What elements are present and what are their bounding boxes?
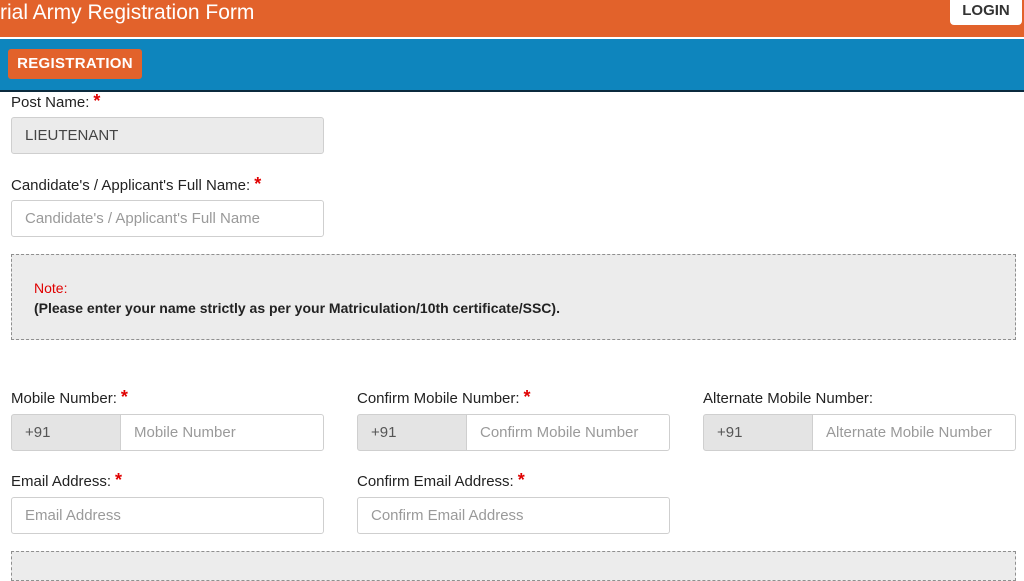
post-name-field[interactable]	[11, 117, 324, 154]
alternate-mobile-label-text: Alternate Mobile Number:	[703, 390, 874, 407]
alternate-mobile-label: Alternate Mobile Number:	[703, 390, 873, 407]
mobile-number-label-text: Mobile Number:	[11, 390, 117, 407]
email-label: Email Address: *	[11, 470, 123, 490]
confirm-mobile-label-text: Confirm Mobile Number:	[357, 390, 520, 407]
confirm-mobile-input[interactable]	[466, 414, 670, 451]
full-name-label-text: Candidate's / Applicant's Full Name:	[11, 177, 251, 194]
alternate-mobile-country-code: +91	[703, 414, 813, 451]
mobile-number-input[interactable]	[120, 414, 324, 451]
required-marker: *	[523, 387, 531, 407]
confirm-mobile-country-code: +91	[357, 414, 467, 451]
info-box	[11, 551, 1016, 581]
alternate-mobile-input[interactable]	[812, 414, 1016, 451]
confirm-email-label-text: Confirm Email Address:	[357, 473, 514, 490]
post-name-label-text: Post Name:	[11, 94, 90, 111]
required-marker: *	[517, 470, 525, 490]
page-title: rial Army Registration Form	[0, 1, 255, 24]
nav-bar: REGISTRATION	[0, 37, 1024, 92]
post-name-label: Post Name: *	[11, 91, 101, 111]
registration-button[interactable]: REGISTRATION	[8, 49, 142, 79]
note-box: Note: (Please enter your name strictly a…	[11, 254, 1016, 340]
required-marker: *	[93, 91, 101, 111]
login-button[interactable]: LOGIN	[950, 0, 1022, 25]
confirm-mobile-label: Confirm Mobile Number: *	[357, 387, 531, 407]
mobile-number-label: Mobile Number: *	[11, 387, 128, 407]
full-name-label: Candidate's / Applicant's Full Name: *	[11, 174, 262, 194]
email-input[interactable]	[11, 497, 324, 534]
email-label-text: Email Address:	[11, 473, 112, 490]
confirm-email-input[interactable]	[357, 497, 670, 534]
note-title: Note:	[34, 280, 68, 296]
required-marker: *	[254, 174, 262, 194]
note-text: (Please enter your name strictly as per …	[34, 300, 560, 316]
mobile-country-code: +91	[11, 414, 121, 451]
header-bar: rial Army Registration Form LOGIN	[0, 0, 1024, 37]
confirm-email-label: Confirm Email Address: *	[357, 470, 525, 490]
required-marker: *	[120, 387, 128, 407]
full-name-input[interactable]	[11, 200, 324, 237]
required-marker: *	[115, 470, 123, 490]
